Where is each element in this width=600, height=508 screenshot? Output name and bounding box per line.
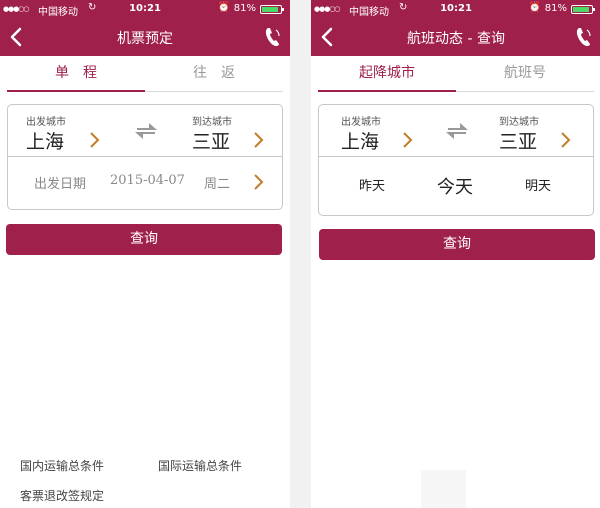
alarm-icon: ⏰ <box>217 2 230 13</box>
tab-round-trip[interactable]: 往 返 <box>145 56 283 92</box>
status-bar: ●●●○○ 中国移动 ↻ 10:21 ⏰ 81% <box>0 0 290 18</box>
day-selector-row: 昨天 今天 明天 <box>319 157 593 213</box>
tab-flight-number[interactable]: 航班号 <box>456 56 594 92</box>
query-button[interactable]: 查询 <box>6 224 282 255</box>
depart-date[interactable]: 2015-04-07 <box>110 173 185 188</box>
battery-percent: 81% <box>233 3 256 14</box>
day-yesterday[interactable]: 昨天 <box>359 175 385 194</box>
battery-percent: 81% <box>544 3 567 14</box>
flight-status-form-card: 出发城市 上海 到达城市 三亚 昨天 今天 明天 <box>318 104 594 216</box>
depart-city-label: 出发城市 <box>26 117 66 128</box>
refund-change-rules-link[interactable]: 客票退改签规定 <box>20 487 104 504</box>
booking-form-card: 出发城市 上海 到达城市 三亚 出发日期 2015-04-07 周二 <box>7 104 283 210</box>
page-title: 机票预定 <box>117 31 173 47</box>
city-selector-row: 出发城市 上海 到达城市 三亚 <box>319 105 593 157</box>
ticket-booking-screen: ●●●○○ 中国移动 ↻ 10:21 ⏰ 81% 机票预定 单 程 往 返 出发… <box>0 0 290 508</box>
city-selector-row: 出发城市 上海 到达城市 三亚 <box>8 105 282 157</box>
chevron-right-icon[interactable] <box>252 173 264 191</box>
depart-city[interactable]: 上海 <box>26 127 64 154</box>
tab-city[interactable]: 起降城市 <box>318 56 456 92</box>
chevron-right-icon[interactable] <box>401 131 413 149</box>
nav-bar: 机票预定 <box>0 18 290 56</box>
depart-city[interactable]: 上海 <box>341 127 379 154</box>
phone-icon[interactable] <box>575 26 593 48</box>
query-mode-tabs: 起降城市 航班号 <box>318 56 594 92</box>
day-today[interactable]: 今天 <box>437 173 473 199</box>
nav-bar: 航班动态 - 查询 <box>311 18 600 56</box>
chevron-right-icon[interactable] <box>559 131 571 149</box>
alarm-icon: ⏰ <box>528 2 541 13</box>
arrive-city[interactable]: 三亚 <box>499 127 537 154</box>
query-button[interactable]: 查询 <box>319 229 595 260</box>
date-selector-row[interactable]: 出发日期 2015-04-07 周二 <box>8 157 282 207</box>
arrive-city-label: 到达城市 <box>192 117 232 128</box>
trip-type-tabs: 单 程 往 返 <box>7 56 283 92</box>
arrive-city[interactable]: 三亚 <box>192 127 230 154</box>
depart-date-label: 出发日期 <box>34 177 87 192</box>
chevron-right-icon[interactable] <box>252 131 264 149</box>
battery-icon <box>571 5 595 14</box>
background-decoration <box>421 470 466 508</box>
page-title: 航班动态 - 查询 <box>407 31 505 47</box>
status-bar: ●●●○○ 中国移动 ↻ 10:21 ⏰ 81% <box>311 0 600 18</box>
arrive-city-label: 到达城市 <box>499 117 539 128</box>
depart-city-label: 出发城市 <box>341 117 381 128</box>
chevron-right-icon[interactable] <box>88 131 100 149</box>
international-terms-link[interactable]: 国际运输总条件 <box>158 457 242 474</box>
phone-icon[interactable] <box>264 26 282 48</box>
tab-one-way[interactable]: 单 程 <box>7 56 145 92</box>
domestic-terms-link[interactable]: 国内运输总条件 <box>20 457 104 474</box>
swap-icon[interactable] <box>443 118 471 144</box>
battery-icon <box>260 5 284 14</box>
flight-status-screen: ●●●○○ 中国移动 ↻ 10:21 ⏰ 81% 航班动态 - 查询 起降城市 … <box>311 0 600 508</box>
screen-divider <box>290 0 311 508</box>
swap-icon[interactable] <box>132 118 160 144</box>
day-tomorrow[interactable]: 明天 <box>525 175 551 194</box>
depart-weekday: 周二 <box>204 177 231 192</box>
